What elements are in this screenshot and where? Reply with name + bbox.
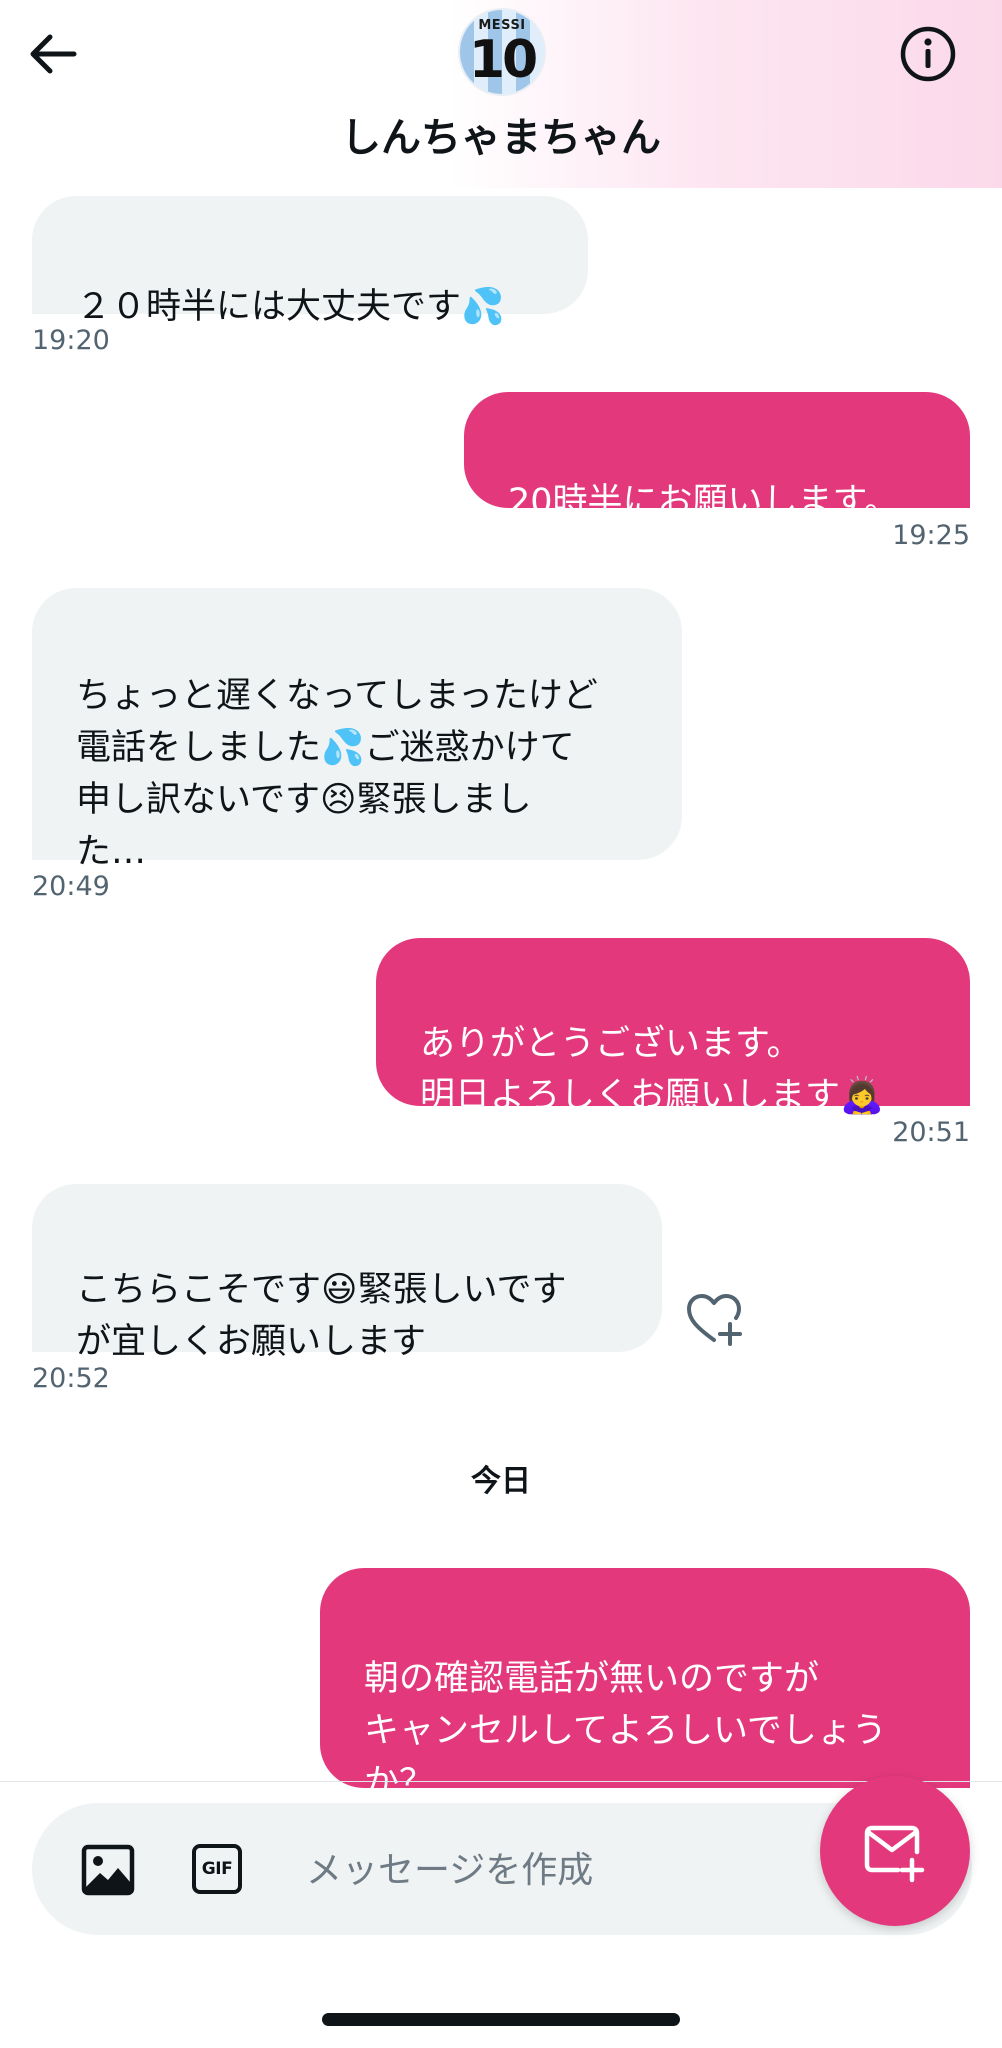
day-separator: 今日: [471, 1464, 531, 1499]
message-timestamp: 20:51: [892, 1117, 970, 1148]
add-reaction-icon: [687, 1294, 742, 1346]
message-input[interactable]: [306, 1842, 786, 1898]
message-bubble-outgoing[interactable]: 20時半にお願いします。: [464, 392, 970, 522]
message-text: ありがとうございます。 明日よろしくお願いします🙇‍♀️: [420, 1024, 884, 1116]
gif-icon: GIF: [201, 1859, 233, 1879]
contact-name[interactable]: しんちゃまちゃん: [0, 108, 1002, 168]
new-message-icon: [864, 1825, 925, 1883]
gif-button[interactable]: GIF: [192, 1844, 242, 1894]
back-arrow-icon: [30, 34, 77, 74]
composer-divider: [0, 1781, 1002, 1782]
message-bubble-outgoing[interactable]: ありがとうございます。 明日よろしくお願いします🙇‍♀️: [376, 938, 970, 1116]
message-bubble-incoming[interactable]: ちょっと遅くなってしまったけど 電話をしました💦ご迷惑かけて 申し訳ないです😣緊…: [32, 588, 682, 872]
image-icon: [81, 1844, 135, 1896]
message-text: 20時半にお願いします。: [508, 482, 900, 522]
message-bubble-incoming[interactable]: こちらこそです😃緊張しいです が宜しくお願いします: [32, 1184, 662, 1362]
add-image-button[interactable]: [80, 1842, 136, 1898]
back-button[interactable]: [26, 26, 82, 82]
new-message-button[interactable]: [820, 1776, 970, 1926]
avatar-jersey-number: 10: [468, 30, 538, 90]
conversation-info-button[interactable]: [896, 22, 960, 86]
info-icon: [900, 26, 956, 82]
message-bubble-outgoing[interactable]: 朝の確認電話が無いのですが キャンセルしてよろしいでしょう か？: [320, 1568, 970, 1803]
message-timestamp: 19:25: [892, 520, 970, 551]
message-text: ちょっと遅くなってしまったけど 電話をしました💦ご迷惑かけて 申し訳ないです😣緊…: [76, 676, 598, 872]
add-reaction-button[interactable]: [686, 1294, 744, 1348]
message-timestamp: 20:52: [32, 1363, 110, 1394]
message-timestamp: 19:20: [32, 325, 110, 356]
message-timestamp: 20:49: [32, 871, 110, 902]
message-text: ２０時半には大丈夫です💦: [76, 287, 505, 327]
message-text: こちらこそです😃緊張しいです が宜しくお願いします: [76, 1270, 567, 1362]
message-bubble-incoming[interactable]: ２０時半には大丈夫です💦: [32, 196, 588, 327]
contact-avatar[interactable]: MESSI 10: [458, 8, 546, 96]
home-indicator: [322, 2013, 680, 2026]
